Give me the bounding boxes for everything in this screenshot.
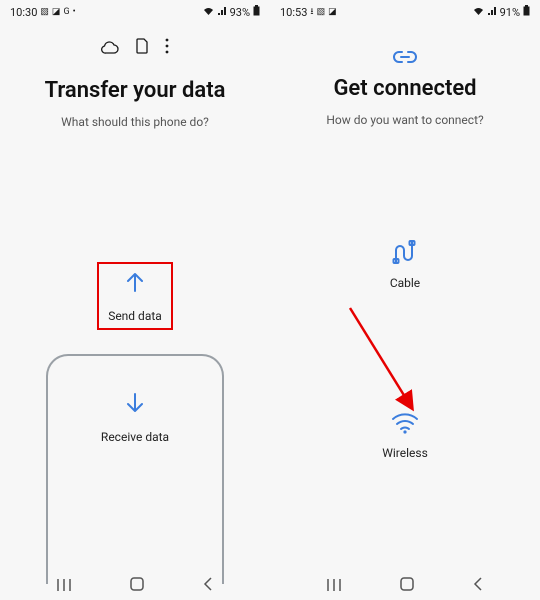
signal-icon [487, 6, 497, 19]
status-time: 10:53 [280, 6, 307, 19]
phone-outline-icon [46, 354, 224, 584]
status-time: 10:30 [10, 6, 37, 19]
nav-recents-icon[interactable] [326, 577, 342, 596]
gallery-icon: ▧ [317, 7, 326, 17]
wifi-icon [203, 6, 214, 19]
receive-data-label: Receive data [101, 430, 169, 444]
app-icon: ◪ [52, 7, 61, 17]
more-dot-icon: • [73, 7, 76, 17]
nav-bar [270, 576, 540, 596]
cable-option[interactable]: Cable [270, 240, 540, 290]
nav-recents-icon[interactable] [56, 577, 72, 596]
wireless-label: Wireless [382, 446, 428, 460]
status-right: 91% [473, 5, 530, 19]
sd-card-icon[interactable] [135, 38, 149, 58]
battery-text: 93% [230, 6, 250, 19]
more-menu-icon[interactable] [165, 38, 169, 58]
wifi-icon [473, 6, 484, 19]
send-data-label: Send data [108, 309, 162, 323]
wireless-option[interactable]: Wireless [270, 412, 540, 460]
arrow-up-icon [122, 269, 148, 299]
cable-icon [390, 240, 420, 268]
nav-back-icon[interactable] [472, 576, 484, 596]
toolbar [0, 38, 270, 58]
phone-screen-connect: 10:53 ⭳ ▧ ◪ 91% Get connected How do you… [270, 0, 540, 600]
phone-screen-transfer: 10:30 ▧ ◪ G • 93% Tran [0, 0, 270, 600]
status-bar: 10:53 ⭳ ▧ ◪ 91% [270, 0, 540, 20]
status-left: 10:30 ▧ ◪ G • [10, 6, 76, 19]
page-title: Get connected [270, 76, 540, 101]
wifi-large-icon [390, 412, 420, 438]
nav-back-icon[interactable] [202, 576, 214, 596]
status-bar: 10:30 ▧ ◪ G • 93% [0, 0, 270, 20]
cloud-icon[interactable] [101, 39, 119, 58]
download-icon: ⭳ [310, 4, 313, 20]
battery-icon [253, 5, 260, 19]
page-title: Transfer your data [0, 78, 270, 103]
signal-icon [217, 6, 227, 19]
send-data-option[interactable]: Send data [97, 262, 173, 330]
link-icon [270, 48, 540, 66]
status-left: 10:53 ⭳ ▧ ◪ [280, 4, 337, 20]
app-icon: ◪ [328, 7, 337, 17]
nav-home-icon[interactable] [129, 576, 145, 596]
gallery-icon: ▧ [40, 7, 49, 17]
battery-icon [523, 5, 530, 19]
page-subtitle: What should this phone do? [0, 115, 270, 129]
status-right: 93% [203, 5, 260, 19]
page-subtitle: How do you want to connect? [270, 113, 540, 127]
nav-bar [0, 576, 270, 596]
battery-text: 91% [500, 6, 520, 19]
nav-home-icon[interactable] [399, 576, 415, 596]
receive-data-option[interactable]: Receive data [0, 390, 270, 444]
google-icon: G [63, 7, 69, 17]
arrow-down-icon [122, 390, 148, 420]
cable-label: Cable [390, 276, 420, 290]
